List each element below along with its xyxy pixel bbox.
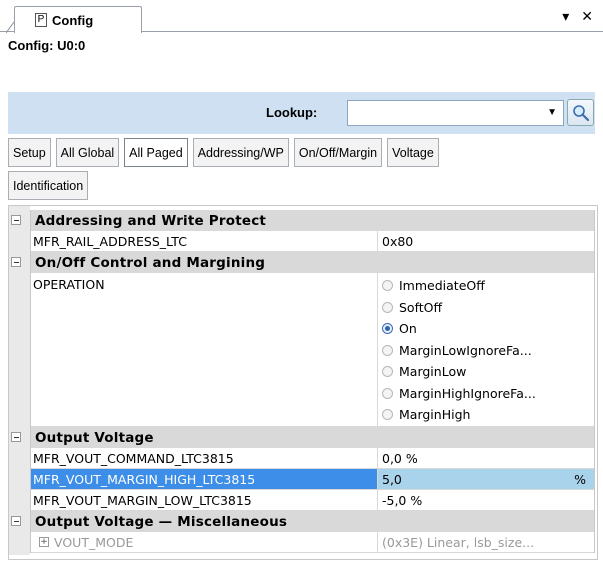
category-title: Addressing and Write Protect bbox=[35, 212, 267, 229]
radio-option-marginhigh[interactable]: MarginHigh bbox=[382, 404, 590, 426]
operation-row: OPERATION ImmediateOff SoftOff On Margin… bbox=[31, 273, 594, 427]
close-icon[interactable]: ✕ bbox=[581, 8, 593, 25]
property-name: VOUT_MODE bbox=[54, 534, 134, 550]
radio-option-marginhighignorefa[interactable]: MarginHighIgnoreFa... bbox=[382, 383, 590, 405]
radio-icon[interactable] bbox=[382, 344, 393, 356]
category-onoff-margining[interactable]: On/Off Control and Margining bbox=[11, 252, 594, 273]
property-value[interactable]: -5,0 % bbox=[378, 490, 594, 510]
lookup-bar: Lookup: ▼ bbox=[8, 92, 595, 134]
tab-setup[interactable]: Setup bbox=[8, 138, 51, 167]
table-row-selected[interactable]: MFR_VOUT_MARGIN_HIGH_LTC3815 5,0 % bbox=[31, 469, 594, 490]
filter-tabs-row-1: Setup All Global All Paged Addressing/WP… bbox=[8, 138, 598, 167]
property-name: MFR_VOUT_COMMAND_LTC3815 bbox=[31, 448, 378, 468]
radio-icon[interactable] bbox=[382, 366, 393, 378]
property-name: MFR_RAIL_ADDRESS_LTC bbox=[31, 231, 378, 251]
radio-label: MarginLowIgnoreFa... bbox=[399, 342, 532, 358]
radio-option-immediateoff[interactable]: ImmediateOff bbox=[382, 275, 590, 297]
radio-label: MarginHigh bbox=[399, 407, 471, 423]
property-grid: Addressing and Write Protect MFR_RAIL_AD… bbox=[11, 210, 595, 553]
table-row[interactable]: MFR_VOUT_COMMAND_LTC3815 0,0 % bbox=[31, 448, 594, 469]
radio-option-on[interactable]: On bbox=[382, 318, 590, 340]
tab-identification[interactable]: Identification bbox=[8, 171, 89, 200]
tab-all-paged[interactable]: All Paged bbox=[124, 138, 188, 167]
property-name: MFR_VOUT_MARGIN_LOW_LTC3815 bbox=[31, 490, 378, 510]
radio-label: ImmediateOff bbox=[399, 278, 485, 294]
tab-voltage[interactable]: Voltage bbox=[387, 138, 439, 167]
config-tab-label: Config bbox=[52, 12, 94, 28]
collapse-icon[interactable] bbox=[11, 516, 21, 526]
property-name-with-expander: + VOUT_MODE bbox=[31, 532, 378, 552]
radio-icon[interactable] bbox=[382, 301, 393, 313]
collapse-icon[interactable] bbox=[11, 215, 21, 225]
collapse-icon[interactable] bbox=[11, 257, 21, 267]
property-name: MFR_VOUT_MARGIN_HIGH_LTC3815 bbox=[31, 469, 378, 489]
config-title: Config: U0:0 bbox=[8, 38, 86, 53]
expand-icon[interactable]: + bbox=[39, 537, 49, 547]
table-row[interactable]: MFR_RAIL_ADDRESS_LTC 0x80 bbox=[31, 231, 594, 252]
radio-checked-icon[interactable] bbox=[382, 323, 393, 335]
radio-label: SoftOff bbox=[399, 299, 443, 315]
radio-label: On bbox=[399, 321, 417, 337]
radio-icon[interactable] bbox=[382, 409, 393, 421]
operation-radio-group: ImmediateOff SoftOff On MarginLowIgnoreF… bbox=[378, 273, 594, 426]
unit-label: % bbox=[574, 471, 586, 487]
radio-icon[interactable] bbox=[382, 280, 393, 292]
table-row[interactable]: MFR_VOUT_MARGIN_LOW_LTC3815 -5,0 % bbox=[31, 490, 594, 511]
filter-tabs-row-2: Identification bbox=[8, 171, 598, 200]
category-output-voltage-misc[interactable]: Output Voltage — Miscellaneous bbox=[11, 511, 594, 532]
tab-all-global[interactable]: All Global bbox=[55, 138, 120, 167]
property-name: OPERATION bbox=[31, 273, 378, 426]
pin-icon[interactable]: P bbox=[35, 13, 47, 27]
window-menu-dropdown-icon[interactable]: ▾ bbox=[562, 8, 569, 25]
radio-option-marginlow[interactable]: MarginLow bbox=[382, 361, 590, 383]
table-row[interactable]: + VOUT_MODE (0x3E) Linear, lsb_size... bbox=[31, 532, 594, 553]
radio-icon[interactable] bbox=[382, 387, 393, 399]
category-addressing[interactable]: Addressing and Write Protect bbox=[11, 210, 594, 231]
lookup-input[interactable] bbox=[348, 101, 538, 125]
property-value[interactable]: 0,0 % bbox=[378, 448, 594, 468]
category-title: On/Off Control and Margining bbox=[35, 254, 266, 271]
radio-option-softoff[interactable]: SoftOff bbox=[382, 297, 590, 319]
property-value-text[interactable]: 5,0 bbox=[382, 472, 402, 487]
property-value-editor[interactable]: 5,0 % bbox=[378, 469, 594, 489]
lookup-label: Lookup: bbox=[266, 105, 318, 120]
radio-label: MarginHighIgnoreFa... bbox=[399, 385, 536, 401]
category-title: Output Voltage — Miscellaneous bbox=[35, 513, 288, 530]
document-tabstrip: P Config ▾ ✕ bbox=[0, 0, 603, 34]
radio-label: MarginLow bbox=[399, 364, 467, 380]
property-value[interactable]: (0x3E) Linear, lsb_size... bbox=[378, 532, 594, 552]
lookup-combobox[interactable]: ▼ bbox=[347, 100, 564, 126]
combo-dropdown-arrow-icon[interactable]: ▼ bbox=[547, 107, 557, 118]
search-icon bbox=[572, 104, 589, 121]
collapse-icon[interactable] bbox=[11, 432, 21, 442]
category-output-voltage[interactable]: Output Voltage bbox=[11, 427, 594, 448]
config-document-tab[interactable]: P Config bbox=[14, 6, 142, 33]
search-button[interactable] bbox=[567, 99, 594, 126]
tab-on-off-margin[interactable]: On/Off/Margin bbox=[293, 138, 383, 167]
category-title: Output Voltage bbox=[35, 429, 154, 446]
radio-option-marginlowignorefa[interactable]: MarginLowIgnoreFa... bbox=[382, 340, 590, 362]
property-value[interactable]: 0x80 bbox=[378, 231, 594, 251]
tab-addressing-wp[interactable]: Addressing/WP bbox=[192, 138, 289, 167]
